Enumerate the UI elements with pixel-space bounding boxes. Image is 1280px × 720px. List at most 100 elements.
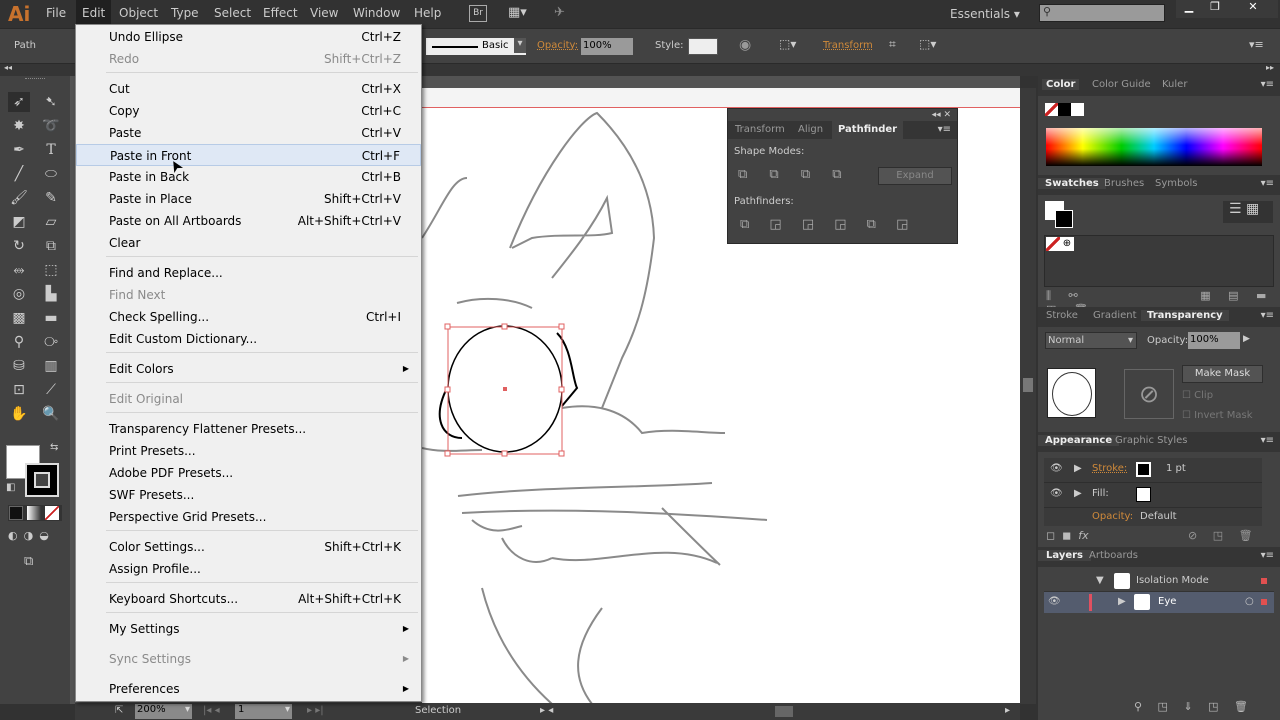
stroke-weight-value[interactable]: 1 pt <box>1166 463 1186 474</box>
select-similar-icon[interactable]: ⬚▾ <box>919 37 936 51</box>
tab-layers[interactable]: Layers <box>1038 550 1091 561</box>
none-mode-icon[interactable] <box>45 506 59 520</box>
expand-triangle-icon[interactable]: ▶ <box>1074 488 1082 499</box>
menu-item-keyboard-shortcuts[interactable]: Keyboard Shortcuts... Alt+Shift+Ctrl+K <box>76 588 421 610</box>
panel-menu-icon[interactable]: ▾≡ <box>1261 435 1274 446</box>
next-artboard-icon[interactable]: ▸ ▸| <box>307 705 324 716</box>
pencil-tool-icon[interactable]: ✎ <box>40 188 62 208</box>
menu-item-edit-colors[interactable]: Edit Colors ▶ <box>76 358 421 380</box>
menu-item-sync-settings[interactable]: Sync Settings ▶ <box>76 648 421 670</box>
selection-indicator[interactable] <box>1261 599 1267 605</box>
search-input[interactable]: ⚲ <box>1039 4 1165 22</box>
gpu-performance-icon[interactable]: ✈ <box>554 5 565 20</box>
restore-button[interactable]: ❐ <box>1202 0 1228 18</box>
menu-item-transparency-flattener-presets[interactable]: Transparency Flattener Presets... <box>76 418 421 440</box>
layers-footer-icons[interactable]: ⚲ ◳ ⇓ ◳ 🗑 <box>1134 700 1248 713</box>
clip-checkbox[interactable]: ☐ Clip <box>1182 390 1213 401</box>
menu-item-edit-custom-dictionary[interactable]: Edit Custom Dictionary... <box>76 328 421 350</box>
slice-tool-icon[interactable]: ⟋ <box>40 380 62 400</box>
vertical-scrollbar[interactable] <box>1020 88 1036 704</box>
swap-fill-stroke-icon[interactable]: ⇆ <box>50 442 58 453</box>
menu-effect[interactable]: Effect <box>263 6 298 20</box>
menu-object[interactable]: Object <box>119 6 158 20</box>
menu-item-swf-presets[interactable]: SWF Presets... <box>76 484 421 506</box>
magic-wand-tool-icon[interactable]: ✸ <box>8 116 30 136</box>
visibility-eye-icon[interactable]: 👁 <box>1050 463 1063 474</box>
appearance-action-icons[interactable]: ⊘ ◳ 🗑 <box>1188 529 1253 542</box>
appearance-footer-icons[interactable]: ◻ ◼ fx <box>1046 529 1089 542</box>
opacity-slider-arrow[interactable]: ▶ <box>1243 334 1250 344</box>
tab-symbols[interactable]: Symbols <box>1155 178 1197 189</box>
opacity-link[interactable]: Opacity: <box>537 40 578 51</box>
control-panel-menu-icon[interactable]: ▾≡ <box>1249 38 1264 51</box>
scale-tool-icon[interactable]: ⧉ <box>40 236 62 256</box>
ellipse-tool-icon[interactable]: ⬭ <box>40 164 62 184</box>
menu-item-edit-original[interactable]: Edit Original <box>76 388 421 410</box>
selection-tool-icon[interactable]: ➶ <box>8 92 30 112</box>
horizontal-scrollbar-thumb[interactable] <box>775 706 793 717</box>
make-mask-button[interactable]: Make Mask <box>1182 365 1263 383</box>
transparency-opacity-input[interactable]: 100% <box>1188 332 1240 349</box>
menu-item-assign-profile[interactable]: Assign Profile... <box>76 558 421 580</box>
panel-menu-icon[interactable]: ▾≡ <box>1261 79 1274 90</box>
panel-menu-icon[interactable]: ▾≡ <box>1261 178 1274 189</box>
appearance-fill-row[interactable]: 👁 ▶ Fill: <box>1044 483 1262 508</box>
color-mode-icon[interactable] <box>9 506 23 520</box>
menu-help[interactable]: Help <box>414 6 441 20</box>
menu-view[interactable]: View <box>310 6 338 20</box>
tab-stroke[interactable]: Stroke <box>1046 310 1078 321</box>
menu-item-paste[interactable]: Paste Ctrl+V <box>76 122 421 144</box>
stroke-swatch[interactable] <box>25 463 59 497</box>
expand-triangle-icon[interactable]: ▼ <box>1096 575 1104 586</box>
pathfinder-buttons[interactable]: ⧉ ◲ ◲ ◲ ⧉ ◲ <box>740 217 908 232</box>
tab-graphic-styles[interactable]: Graphic Styles <box>1115 435 1187 446</box>
tab-transparency[interactable]: Transparency <box>1141 310 1229 321</box>
line-tool-icon[interactable]: ╱ <box>8 164 30 184</box>
panel-menu-icon[interactable]: ▾≡ <box>1261 310 1274 321</box>
menu-item-copy[interactable]: Copy Ctrl+C <box>76 100 421 122</box>
gradient-tool-icon[interactable]: ▬ <box>40 308 62 328</box>
menu-item-preferences[interactable]: Preferences ▶ <box>76 678 421 700</box>
free-transform-tool-icon[interactable]: ⬚ <box>40 260 62 280</box>
menu-item-paste-in-place[interactable]: Paste in Place Shift+Ctrl+V <box>76 188 421 210</box>
perspective-grid-tool-icon[interactable]: ▙ <box>40 284 62 304</box>
blend-tool-icon[interactable]: ⧂ <box>40 332 62 352</box>
menu-item-find-and-replace[interactable]: Find and Replace... <box>76 262 421 284</box>
paintbrush-tool-icon[interactable]: 🖌 <box>8 188 30 208</box>
tab-transform[interactable]: Transform <box>735 124 785 135</box>
menu-item-paste-on-all-artboards[interactable]: Paste on All Artboards Alt+Shift+Ctrl+V <box>76 210 421 232</box>
invert-mask-checkbox[interactable]: ☐ Invert Mask <box>1182 410 1252 421</box>
scroll-right-arrow[interactable]: ▸ <box>1005 705 1010 716</box>
direct-selection-tool-icon[interactable]: ➷ <box>40 92 62 112</box>
default-fill-stroke-icon[interactable]: ◧ <box>6 482 15 493</box>
menu-item-color-settings[interactable]: Color Settings... Shift+Ctrl+K <box>76 536 421 558</box>
arrange-documents-icon[interactable]: ▦▾ <box>508 5 527 20</box>
menu-item-perspective-grid-presets[interactable]: Perspective Grid Presets... <box>76 506 421 528</box>
graphic-style-dropdown[interactable] <box>688 38 718 55</box>
registration-swatch[interactable]: ⊕ <box>1060 237 1074 251</box>
menu-item-print-presets[interactable]: Print Presets... <box>76 440 421 462</box>
appearance-opacity-row[interactable]: Opacity: Default <box>1044 508 1262 526</box>
menu-file[interactable]: File <box>46 6 66 20</box>
workspace-switcher[interactable]: Essentials ▾ <box>950 7 1020 21</box>
stroke-profile-dropdown[interactable]: Basic ▾ <box>426 38 526 55</box>
mesh-tool-icon[interactable]: ▩ <box>8 308 30 328</box>
menu-item-paste-in-back[interactable]: Paste in Back Ctrl+B <box>76 166 421 188</box>
menu-item-cut[interactable]: Cut Ctrl+X <box>76 78 421 100</box>
layer-row-eye[interactable]: 👁 ▶ Eye ○ <box>1044 592 1274 613</box>
fill-color-swatch[interactable] <box>1136 487 1151 502</box>
status-menu-arrow[interactable]: ▸ ◂ <box>540 705 553 716</box>
opacity-label[interactable]: Opacity: <box>1092 511 1133 522</box>
menu-item-adobe-pdf-presets[interactable]: Adobe PDF Presets... <box>76 462 421 484</box>
none-color-swatch[interactable] <box>1045 103 1058 116</box>
menu-item-redo[interactable]: Redo Shift+Ctrl+Z <box>76 48 421 70</box>
expand-button[interactable]: Expand <box>878 167 952 185</box>
hand-tool-icon[interactable]: ✋ <box>8 404 30 424</box>
swatch-view-toggle[interactable]: ☰ ▦ <box>1223 201 1273 223</box>
expand-triangle-icon[interactable]: ▶ <box>1074 463 1082 474</box>
zoom-dropdown[interactable]: 200% ▾ <box>135 704 192 719</box>
minimize-button[interactable]: ▁ <box>1176 0 1202 18</box>
stroke-color-swatch[interactable] <box>1136 462 1151 477</box>
panel-close-icon[interactable]: ◂◂ ✕ <box>932 110 951 120</box>
tab-align[interactable]: Align <box>798 124 823 135</box>
